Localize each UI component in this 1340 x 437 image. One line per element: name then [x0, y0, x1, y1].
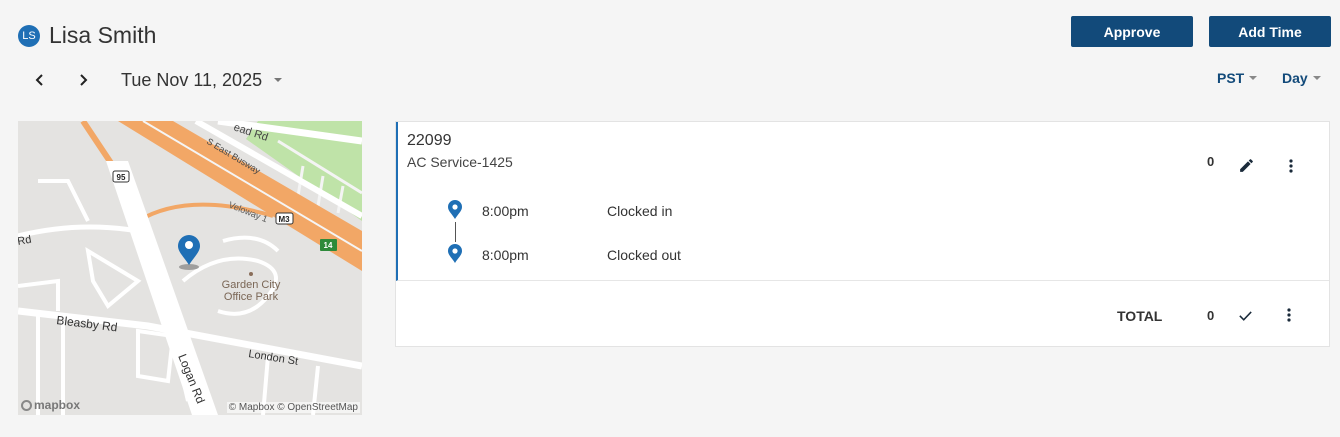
timesheet-card: 22099 AC Service-1425 0 8:00pm Clocked i… — [395, 121, 1330, 347]
add-time-button[interactable]: Add Time — [1209, 16, 1331, 47]
date-picker-value: Tue Nov 11, 2025 — [121, 69, 263, 90]
user-name: Lisa Smith — [49, 22, 157, 48]
view-value: Day — [1282, 70, 1308, 86]
job-entry: 22099 AC Service-1425 0 8:00pm Clocked i… — [396, 122, 1329, 281]
chevron-right-icon — [80, 74, 88, 86]
check-icon[interactable] — [1237, 307, 1254, 324]
mapbox-logo-text: mapbox — [34, 398, 81, 412]
entry-time: 8:00pm — [482, 247, 529, 263]
location-pin-icon[interactable] — [447, 244, 463, 264]
entry-status: Clocked out — [607, 247, 681, 263]
more-options-icon[interactable] — [1282, 157, 1300, 175]
map-canvas: ead Rd S East Busway Veloway 1 95 M3 14 … — [18, 121, 362, 415]
more-options-icon[interactable] — [1280, 306, 1298, 324]
map-poi-line1: Garden City — [222, 279, 281, 291]
mapbox-logo-icon — [21, 399, 32, 411]
total-value: 0 — [1207, 308, 1215, 323]
caret-down-icon — [274, 78, 283, 82]
location-map[interactable]: ead Rd S East Busway Veloway 1 95 M3 14 … — [18, 121, 362, 415]
total-label: TOTAL — [1117, 308, 1163, 324]
map-attribution[interactable]: © Mapbox © OpenStreetMap — [226, 402, 360, 413]
entry-time: 8:00pm — [482, 203, 529, 219]
job-name: AC Service-1425 — [407, 154, 513, 170]
edit-icon[interactable] — [1238, 157, 1255, 174]
map-shield-m3: M3 — [278, 215, 290, 224]
location-pin-icon[interactable] — [447, 200, 463, 220]
avatar: LS — [18, 24, 40, 47]
approve-button[interactable]: Approve — [1071, 16, 1193, 47]
chevron-left-icon — [35, 74, 43, 86]
date-navigation: Tue Nov 11, 2025 — [26, 66, 283, 94]
map-label-left-road: Rd — [18, 234, 32, 248]
prev-day-button[interactable] — [26, 66, 54, 94]
job-id: 22099 — [407, 132, 452, 149]
timezone-value: PST — [1217, 70, 1245, 86]
caret-down-icon — [1249, 76, 1258, 80]
job-hours: 0 — [1207, 154, 1215, 169]
date-picker[interactable]: Tue Nov 11, 2025 — [121, 66, 283, 94]
view-select[interactable]: Day — [1282, 70, 1321, 86]
total-row: TOTAL 0 — [396, 281, 1329, 347]
map-shield-14: 14 — [324, 241, 333, 250]
map-shield-95: 95 — [117, 173, 126, 182]
entry-status: Clocked in — [607, 203, 673, 219]
map-poi-line2: Office Park — [224, 291, 279, 303]
mapbox-logo[interactable]: mapbox — [21, 398, 80, 412]
next-day-button[interactable] — [69, 66, 97, 94]
caret-down-icon — [1312, 76, 1321, 80]
user-header: LS Lisa Smith — [18, 22, 156, 49]
timeline-connector — [455, 222, 456, 242]
timezone-select[interactable]: PST — [1217, 70, 1258, 86]
